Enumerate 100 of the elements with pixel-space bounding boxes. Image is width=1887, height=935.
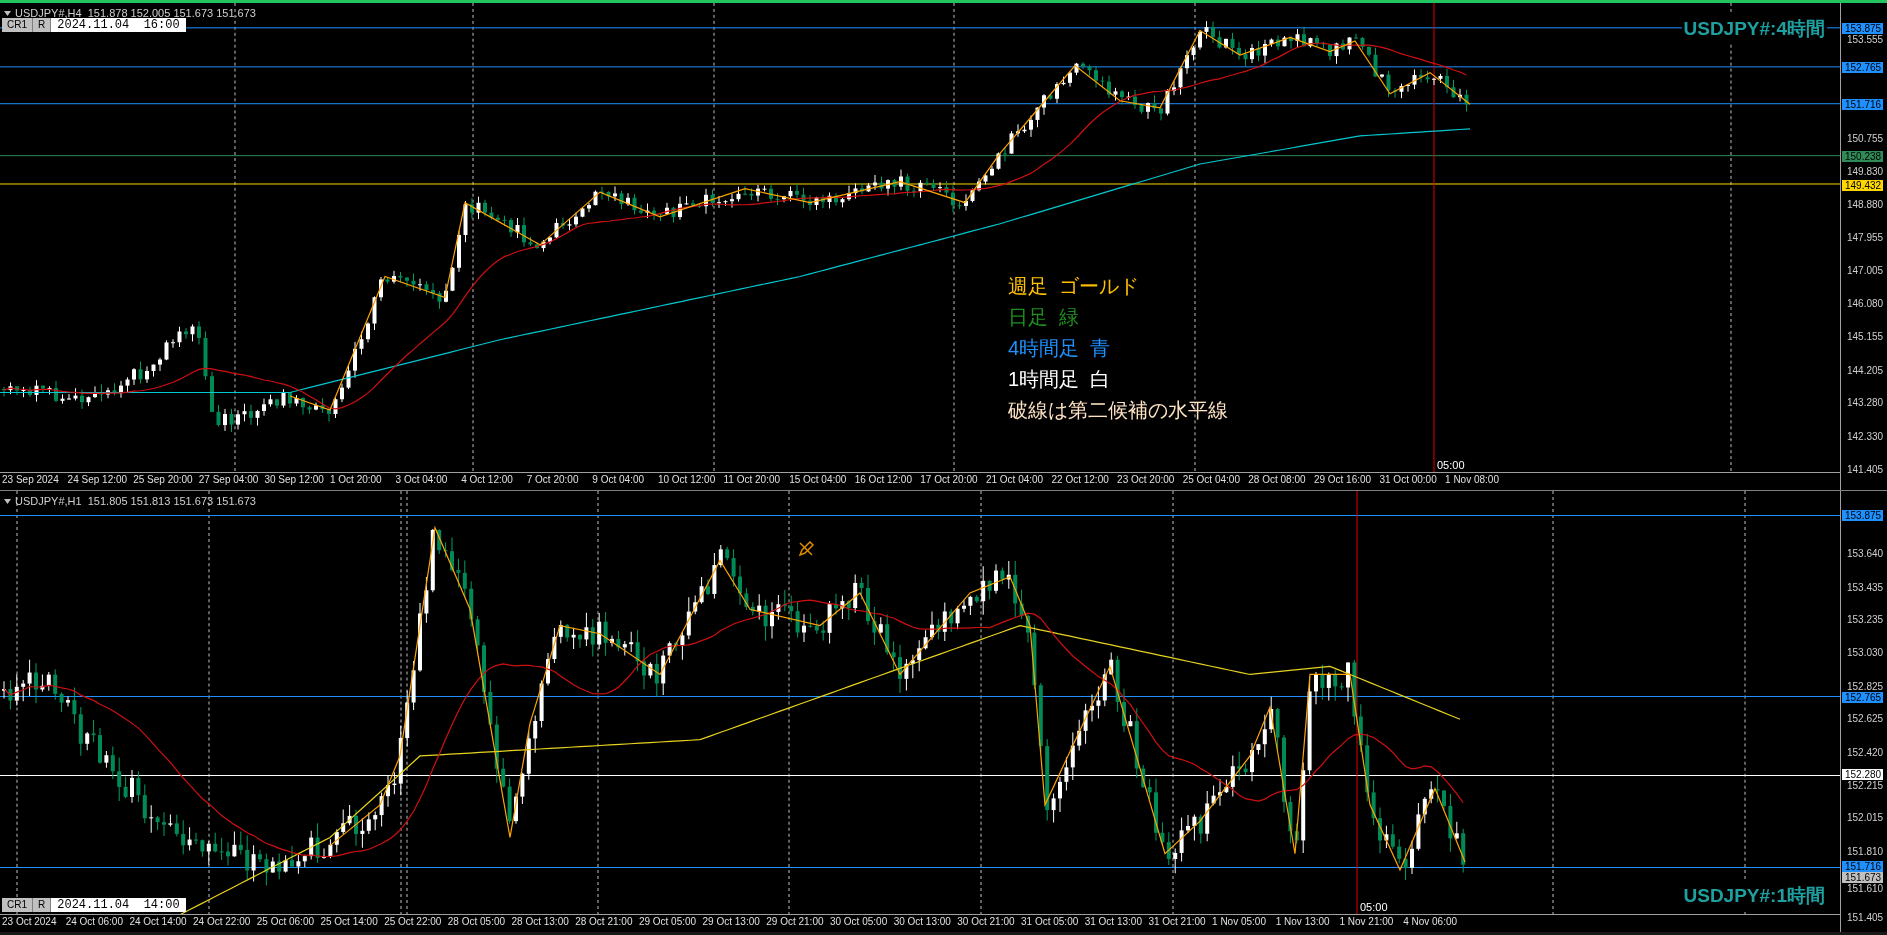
time-axis-label: 28 Oct 21:00	[575, 915, 634, 929]
time-axis-label: 25 Oct 22:00	[384, 915, 443, 929]
price-axis-label: 141.405	[1847, 463, 1884, 475]
time-axis-label: 28 Oct 05:00	[447, 915, 507, 929]
chart-control-button[interactable]: R	[33, 898, 52, 912]
time-axis-label: 29 Oct 13:00	[702, 915, 761, 929]
time-axis-label: 10 Oct 12:00	[657, 473, 717, 487]
price-axis-label: 152.015	[1847, 812, 1884, 824]
time-axis-label: 1 Nov 13:00	[1275, 915, 1331, 929]
price-axis-label: 142.330	[1847, 430, 1884, 442]
time-axis-label: 24 Oct 06:00	[65, 915, 124, 929]
time-axis-label: 24 Sep 12:00	[67, 473, 129, 487]
time-axis-label: 29 Oct 21:00	[766, 915, 825, 929]
price-level-badge: 150.238	[1842, 151, 1883, 163]
price-level-badge: 149.432	[1842, 179, 1883, 191]
pencil-icon	[798, 541, 814, 557]
price-axis-label: 153.435	[1847, 581, 1884, 593]
price-axis-label: 147.005	[1847, 265, 1884, 277]
time-axis-label: 30 Sep 12:00	[264, 473, 325, 487]
price-level-badge: 153.875	[1842, 510, 1883, 521]
time-axis-label: 25 Oct 04:00	[1182, 473, 1241, 487]
time-axis-label: 4 Nov 06:00	[1403, 915, 1459, 929]
price-axis-label: 152.215	[1847, 780, 1884, 792]
time-axis-label: 28 Oct 13:00	[511, 915, 570, 929]
chart-control-button[interactable]: CR1	[2, 898, 33, 912]
chart-watermark: USDJPY#:1時間	[1681, 881, 1827, 910]
price-axis-label: 144.205	[1847, 364, 1884, 376]
time-axis-label: 1 Nov 21:00	[1339, 915, 1395, 929]
price-axis-label: 153.030	[1847, 647, 1884, 659]
price-axis-label: 153.640	[1847, 548, 1884, 560]
time-axis-label: 7 Oct 20:00	[526, 473, 580, 487]
time-axis-label: 25 Oct 06:00	[256, 915, 315, 929]
time-axis-label: 1 Nov 08:00	[1445, 473, 1500, 487]
price-level-badge: 151.716	[1842, 98, 1883, 110]
chart-control-button[interactable]: CR1	[2, 18, 33, 32]
dropdown-triangle-icon[interactable]	[4, 498, 11, 504]
chart-header-text: USDJPY#,H4 151.878 152.005 151.673 151.673	[15, 6, 256, 20]
price-axis-label: 153.555	[1847, 33, 1884, 45]
price-level-badge: 151.716	[1842, 861, 1883, 873]
time-axis-label: 4 Oct 12:00	[461, 473, 514, 487]
time-axis-label: 21 Oct 04:00	[985, 473, 1045, 487]
time-axis-label: 30 Oct 13:00	[893, 915, 952, 929]
legend-text: 破線は第二候補の水平線	[1008, 398, 1228, 423]
time-axis-label: 1 Nov 05:00	[1212, 915, 1267, 929]
price-axis-label: 152.825	[1847, 680, 1884, 692]
price-axis-label: 145.155	[1847, 330, 1884, 342]
time-axis-label: 29 Oct 16:00	[1313, 473, 1373, 487]
time-axis-label: 23 Oct 20:00	[1117, 473, 1176, 487]
time-marker-label: 05:00	[1358, 901, 1390, 914]
time-axis-label: 30 Oct 21:00	[957, 915, 1016, 929]
time-axis-label: 29 Oct 05:00	[638, 915, 698, 929]
price-axis-label: 148.880	[1847, 199, 1884, 211]
time-axis-label: 24 Oct 14:00	[129, 915, 188, 929]
time-axis-label: 17 Oct 20:00	[920, 473, 979, 487]
time-axis-label: 1 Oct 20:00	[329, 473, 383, 487]
price-level-badge: 153.875	[1842, 22, 1883, 34]
price-axis-label: 149.830	[1847, 165, 1884, 177]
time-axis-label: 15 Oct 04:00	[789, 473, 848, 487]
time-marker-label: 05:00	[1435, 459, 1467, 472]
price-axis-label: 143.280	[1847, 397, 1884, 409]
time-axis-label: 9 Oct 04:00	[592, 473, 646, 487]
price-level-badge: 152.280	[1842, 769, 1883, 781]
price-axis-label: 151.810	[1847, 845, 1884, 857]
legend-text: 1時間足 白	[1008, 367, 1112, 392]
price-axis-label: 151.405	[1847, 911, 1884, 923]
time-axis-label: 23 Sep 2024	[2, 473, 60, 487]
time-axis-label: 31 Oct 00:00	[1379, 473, 1438, 487]
time-axis-label: 31 Oct 21:00	[1148, 915, 1207, 929]
price-axis-label: 152.420	[1847, 746, 1884, 758]
time-axis-label: 30 Oct 05:00	[829, 915, 889, 929]
time-axis-label: 25 Sep 20:00	[133, 473, 194, 487]
price-axis-label: 151.610	[1847, 883, 1884, 895]
price-level-badge: 152.765	[1842, 691, 1883, 703]
time-axis-label: 24 Oct 22:00	[193, 915, 252, 929]
chart-watermark: USDJPY#:4時間	[1681, 15, 1827, 44]
legend-text: 日足 緑	[1008, 305, 1081, 330]
chart-header-text: USDJPY#,H1 151.805 151.813 151.673 151.673	[15, 494, 256, 509]
time-axis-label: 31 Oct 05:00	[1021, 915, 1080, 929]
price-level-badge: 151.673	[1842, 872, 1883, 884]
chart-control-button[interactable]: R	[33, 18, 52, 32]
date-time-field[interactable]: 2024.11.04 16:00	[51, 18, 186, 32]
price-axis-label: 147.955	[1847, 231, 1884, 243]
time-axis-label: 31 Oct 13:00	[1084, 915, 1143, 929]
time-axis-label: 22 Oct 12:00	[1051, 473, 1110, 487]
time-axis-label: 28 Oct 08:00	[1248, 473, 1307, 487]
legend-text: 4時間足 青	[1008, 336, 1112, 361]
price-axis-label: 153.235	[1847, 614, 1884, 626]
time-axis-label: 27 Sep 04:00	[198, 473, 260, 487]
time-axis-label: 11 Oct 20:00	[723, 473, 782, 487]
time-axis-label: 23 Oct 2024	[2, 915, 58, 929]
time-axis-label: 16 Oct 12:00	[854, 473, 913, 487]
time-axis-label: 3 Oct 04:00	[395, 473, 449, 487]
price-axis-label: 150.755	[1847, 132, 1884, 144]
price-axis-label: 152.625	[1847, 713, 1884, 725]
price-level-badge: 152.765	[1842, 61, 1883, 73]
date-time-field[interactable]: 2024.11.04 14:00	[51, 898, 186, 912]
time-axis-label: 25 Oct 14:00	[320, 915, 379, 929]
legend-text: 週足 ゴールド	[1008, 274, 1141, 299]
price-axis-label: 146.080	[1847, 298, 1884, 310]
dropdown-triangle-icon[interactable]	[4, 10, 11, 16]
